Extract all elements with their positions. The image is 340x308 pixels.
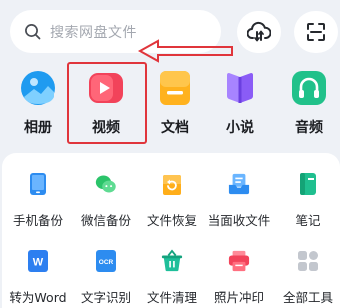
cloud-transfer-button[interactable] bbox=[237, 11, 281, 53]
tool-label: 当面收文件 bbox=[207, 213, 271, 228]
scan-button[interactable] bbox=[294, 11, 338, 53]
tool-note[interactable]: 笔记 bbox=[272, 172, 340, 229]
tool-label: 文字识别 bbox=[80, 290, 131, 305]
search-icon bbox=[25, 23, 41, 39]
tool-photo-print[interactable]: 照片冲印 bbox=[203, 249, 275, 306]
tool-phone-backup[interactable]: 手机备份 bbox=[2, 172, 74, 229]
tool-label: 笔记 bbox=[295, 213, 321, 228]
search-input[interactable]: 搜索网盘文件 bbox=[10, 10, 221, 53]
category-audio[interactable]: 音频 bbox=[281, 71, 337, 137]
word-convert-icon: W bbox=[27, 249, 49, 273]
all-tools-icon bbox=[297, 249, 319, 273]
tool-label: 转为Word bbox=[9, 290, 67, 305]
category-document[interactable]: 文档 bbox=[147, 71, 203, 137]
book-icon bbox=[223, 71, 257, 105]
document-icon bbox=[158, 71, 192, 105]
highlight-box-annotation bbox=[67, 62, 147, 144]
tool-file-restore[interactable]: 文件恢复 bbox=[136, 172, 208, 229]
category-label: 音频 bbox=[295, 120, 323, 136]
file-restore-icon bbox=[161, 172, 183, 196]
note-icon bbox=[297, 172, 319, 196]
tool-label: 手机备份 bbox=[12, 213, 63, 228]
tool-wechat-backup[interactable]: 微信备份 bbox=[70, 172, 142, 229]
cloud-transfer-icon bbox=[247, 21, 271, 42]
ocr-icon: OCR bbox=[95, 249, 117, 273]
tool-label: 文件清理 bbox=[146, 290, 197, 305]
category-label: 文档 bbox=[161, 120, 189, 136]
tool-label: 全部工具 bbox=[282, 290, 333, 305]
file-clean-icon bbox=[161, 249, 183, 273]
phone-backup-icon bbox=[27, 172, 49, 196]
tool-receive-file[interactable]: 当面收文件 bbox=[203, 172, 275, 229]
category-label: 小说 bbox=[226, 120, 254, 136]
photo-print-icon bbox=[228, 249, 250, 273]
headphones-icon bbox=[292, 71, 326, 105]
category-label: 相册 bbox=[24, 120, 52, 136]
tool-ocr[interactable]: OCR 文字识别 bbox=[70, 249, 142, 306]
tool-all-tools[interactable]: 全部工具 bbox=[272, 249, 340, 306]
tool-word-convert[interactable]: W 转为Word bbox=[2, 249, 74, 306]
ocr-badge: OCR bbox=[99, 259, 114, 266]
scan-icon bbox=[307, 23, 325, 41]
tool-label: 微信备份 bbox=[80, 213, 131, 228]
word-badge: W bbox=[33, 257, 44, 269]
tool-label: 照片冲印 bbox=[213, 290, 264, 305]
category-novel[interactable]: 小说 bbox=[212, 71, 268, 137]
tool-file-clean[interactable]: 文件清理 bbox=[136, 249, 208, 306]
album-icon bbox=[21, 71, 55, 105]
category-album[interactable]: 相册 bbox=[10, 71, 66, 137]
search-placeholder: 搜索网盘文件 bbox=[50, 24, 137, 41]
receive-file-icon bbox=[228, 172, 250, 196]
wechat-backup-icon bbox=[95, 172, 117, 196]
tool-label: 文件恢复 bbox=[146, 213, 197, 228]
